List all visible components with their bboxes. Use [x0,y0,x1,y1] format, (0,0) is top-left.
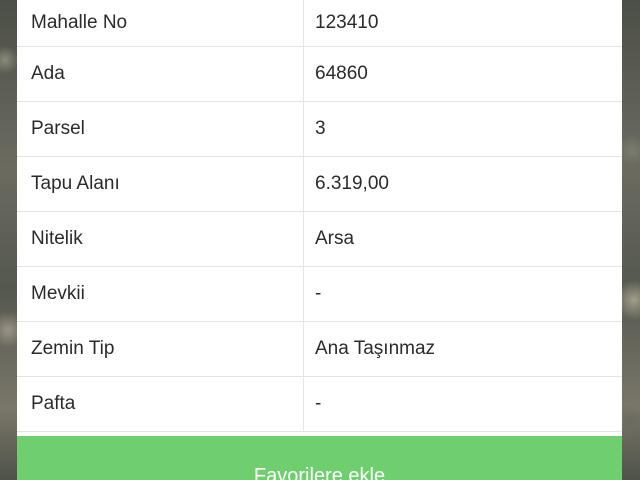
column-divider [303,377,304,431]
row-label: Nitelik [31,228,83,249]
add-to-favorites-button[interactable]: Favorilere ekle [17,436,622,480]
table-row-pafta: Pafta - [17,377,622,432]
add-to-favorites-label: Favorilere ekle [253,465,386,480]
row-label: Ada [31,63,65,84]
row-value: Ana Taşınmaz [315,338,436,359]
table-row-zemin-tip: Zemin Tip Ana Taşınmaz [17,322,622,377]
row-value: - [315,283,322,304]
table-row-mahalle-no: Mahalle No 123410 [17,0,622,47]
column-divider [303,322,304,376]
row-value: 6.319,00 [315,173,389,194]
column-divider [303,0,304,46]
row-value: 3 [315,118,326,139]
row-label: Mahalle No [31,12,128,33]
table-row-nitelik: Nitelik Arsa [17,212,622,267]
row-value: 123410 [315,12,379,33]
row-value: 64860 [315,63,368,84]
row-label: Zemin Tip [31,338,115,359]
row-label: Parsel [31,118,85,139]
column-divider [303,212,304,266]
table-row-mevkii: Mevkii - [17,267,622,322]
column-divider [303,47,304,101]
row-label: Tapu Alanı [31,173,120,194]
parcel-info-panel: Mahalle No 123410 Ada 64860 Parsel 3 Tap… [17,0,622,480]
table-row-tapu-alani: Tapu Alanı 6.319,00 [17,157,622,212]
parcel-info-table: Mahalle No 123410 Ada 64860 Parsel 3 Tap… [17,0,622,432]
table-row-ada: Ada 64860 [17,47,622,102]
column-divider [303,102,304,156]
row-value: Arsa [315,228,355,249]
row-value: - [315,393,322,414]
row-label: Pafta [31,393,76,414]
row-label: Mevkii [31,283,85,304]
column-divider [303,267,304,321]
table-row-parsel: Parsel 3 [17,102,622,157]
column-divider [303,157,304,211]
